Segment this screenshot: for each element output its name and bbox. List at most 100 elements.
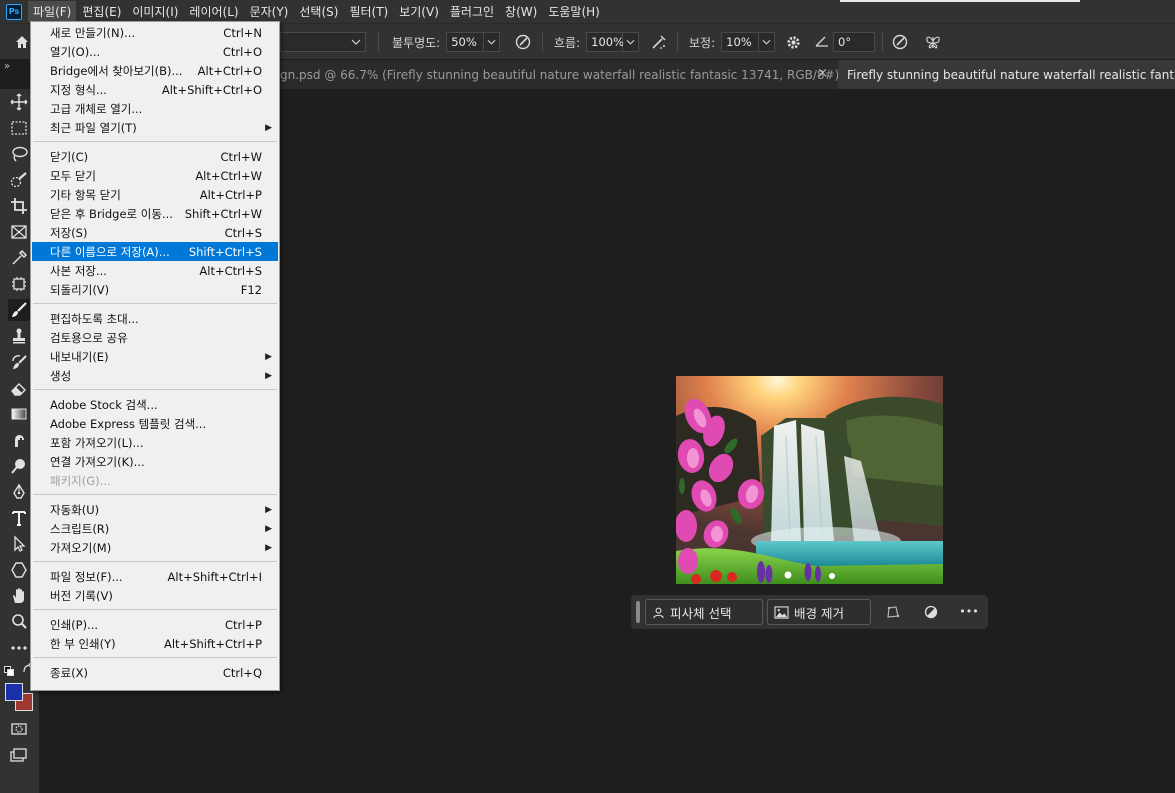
menu-0[interactable]: 파일(F)	[28, 1, 77, 22]
file-menu-item[interactable]: 최근 파일 열기(T) ▶	[32, 118, 278, 137]
quick-mask-icon[interactable]	[8, 718, 30, 740]
title-search-bar[interactable]	[840, 0, 1080, 2]
crop-tool-icon[interactable]	[8, 195, 30, 217]
file-menu-item[interactable]: 연결 가져오기(K)...	[32, 452, 278, 471]
tab-psd-document[interactable]: gn.psd @ 66.7% (Firefly stunning beautif…	[280, 60, 838, 89]
menu-1[interactable]: 편집(E)	[77, 1, 126, 22]
menu-item-label: 열기(O)...	[50, 44, 101, 59]
file-menu-item[interactable]: 검토용으로 공유	[32, 328, 278, 347]
file-menu-item[interactable]: 지정 형식... Alt+Shift+Ctrl+O	[32, 80, 278, 99]
menu-4[interactable]: 문자(Y)	[245, 1, 294, 22]
menu-8[interactable]: 플러그인	[445, 1, 499, 22]
file-menu-item[interactable]: Adobe Express 템플릿 검색...	[32, 414, 278, 433]
foreground-color-swatch[interactable]	[5, 683, 23, 701]
file-menu-item[interactable]: 파일 정보(F)... Alt+Shift+Ctrl+I	[32, 567, 278, 586]
menu-2[interactable]: 이미지(I)	[127, 1, 183, 22]
file-menu-item[interactable]: 스크립트(R) ▶	[32, 519, 278, 538]
remove-background-button[interactable]: 배경 제거	[767, 599, 871, 625]
file-menu-item[interactable]: 내보내기(E) ▶	[32, 347, 278, 366]
smudge-tool-icon[interactable]	[8, 429, 30, 451]
zoom-tool-icon[interactable]	[8, 611, 30, 633]
tab-jpg-document[interactable]: Firefly stunning beautiful nature waterf…	[838, 60, 1175, 89]
file-menu-item[interactable]: 자동화(U) ▶	[32, 500, 278, 519]
file-menu-item[interactable]: 닫은 후 Bridge로 이동... Shift+Ctrl+W	[32, 204, 278, 223]
menu-item-label: 포함 가져오기(L)...	[50, 435, 144, 450]
screen-mode-icon[interactable]	[8, 745, 30, 767]
file-menu-item[interactable]: 버전 기록(V)	[32, 586, 278, 605]
menu-separator	[33, 561, 277, 562]
menu-item-shortcut: Alt+Ctrl+P	[199, 187, 262, 202]
airbrush-icon[interactable]	[650, 32, 668, 52]
flow-input[interactable]: 100%	[586, 32, 624, 52]
path-selection-tool-icon[interactable]	[8, 533, 30, 555]
menu-6[interactable]: 필터(T)	[344, 1, 393, 22]
file-menu-item[interactable]: 가져오기(M) ▶	[32, 538, 278, 557]
transform-icon[interactable]	[885, 604, 901, 620]
move-tool-icon[interactable]	[8, 91, 30, 113]
gradient-tool-icon[interactable]	[8, 403, 30, 425]
pressure-size-icon[interactable]	[891, 32, 909, 52]
type-tool-icon[interactable]	[8, 507, 30, 529]
quick-select-tool-icon[interactable]	[8, 169, 30, 191]
file-menu-item[interactable]: 사본 저장... Alt+Ctrl+S	[32, 261, 278, 280]
file-menu-item[interactable]: 되돌리기(V) F12	[32, 280, 278, 299]
file-menu-item[interactable]: 생성 ▶	[32, 366, 278, 385]
opacity-dropdown-button[interactable]	[484, 32, 501, 52]
frame-tool-icon[interactable]	[8, 221, 30, 243]
eyedropper-tool-icon[interactable]	[8, 247, 30, 269]
drag-handle[interactable]	[636, 601, 640, 623]
menu-item-label: 사본 저장...	[50, 263, 107, 278]
file-menu-item[interactable]: 모두 닫기 Alt+Ctrl+W	[32, 166, 278, 185]
more-options-icon[interactable]: •••	[959, 603, 978, 619]
clone-stamp-tool-icon[interactable]	[8, 325, 30, 347]
menu-3[interactable]: 레이어(L)	[184, 1, 243, 22]
angle-input[interactable]: 0°	[833, 32, 875, 52]
panel-expand-icon[interactable]: »	[4, 61, 10, 72]
opacity-input[interactable]: 50%	[446, 32, 485, 52]
file-menu-item[interactable]: Bridge에서 찾아보기(B)... Alt+Ctrl+O	[32, 61, 278, 80]
symmetry-butterfly-icon[interactable]	[924, 32, 942, 52]
home-icon[interactable]	[14, 34, 30, 50]
file-menu-item[interactable]: 닫기(C) Ctrl+W	[32, 147, 278, 166]
eraser-tool-icon[interactable]	[8, 377, 30, 399]
menu-5[interactable]: 선택(S)	[294, 1, 343, 22]
file-menu-item[interactable]: 다른 이름으로 저장(A)... Shift+Ctrl+S	[32, 242, 278, 261]
menu-10[interactable]: 도움말(H)	[543, 1, 605, 22]
file-menu-item[interactable]: 종료(X) Ctrl+Q	[32, 663, 278, 682]
pressure-opacity-icon[interactable]	[514, 32, 532, 52]
menu-9[interactable]: 창(W)	[500, 1, 542, 22]
more-tools-icon[interactable]	[8, 637, 30, 659]
shape-tool-icon[interactable]	[8, 559, 30, 581]
healing-brush-tool-icon[interactable]	[8, 273, 30, 295]
select-subject-button[interactable]: 피사체 선택	[645, 599, 763, 625]
file-menu-item[interactable]: 편집하도록 초대...	[32, 309, 278, 328]
marquee-tool-icon[interactable]	[8, 117, 30, 139]
file-menu-item[interactable]: 저장(S) Ctrl+S	[32, 223, 278, 242]
brush-tool-icon[interactable]	[8, 299, 30, 321]
waterfall-image[interactable]	[676, 376, 943, 584]
smoothing-input[interactable]: 10%	[721, 32, 760, 52]
file-menu-item[interactable]: 새로 만들기(N)... Ctrl+N	[32, 23, 278, 42]
file-menu-item[interactable]: 한 부 인쇄(Y) Alt+Shift+Ctrl+P	[32, 634, 278, 653]
menu-item-shortcut: Ctrl+Q	[222, 665, 262, 680]
file-menu-item[interactable]: Adobe Stock 검색...	[32, 395, 278, 414]
lasso-tool-icon[interactable]	[8, 143, 30, 165]
dodge-tool-icon[interactable]	[8, 455, 30, 477]
file-menu-item[interactable]: 열기(O)... Ctrl+O	[32, 42, 278, 61]
history-brush-tool-icon[interactable]	[8, 351, 30, 373]
adjustment-icon[interactable]	[923, 604, 939, 620]
file-menu-item[interactable]: 고급 개체로 열기...	[32, 99, 278, 118]
menu-7[interactable]: 보기(V)	[394, 1, 444, 22]
pen-tool-icon[interactable]	[8, 481, 30, 503]
flow-dropdown-button[interactable]	[623, 32, 640, 52]
hand-tool-icon[interactable]	[8, 585, 30, 607]
file-menu-item[interactable]: 포함 가져오기(L)...	[32, 433, 278, 452]
smoothing-dropdown-button[interactable]	[759, 32, 776, 52]
file-menu-item[interactable]: 기타 항목 닫기 Alt+Ctrl+P	[32, 185, 278, 204]
gear-icon[interactable]	[785, 32, 802, 52]
brush-preset-dropdown[interactable]	[280, 32, 366, 52]
close-tab-icon[interactable]: ×	[817, 66, 828, 81]
menu-item-label: 인쇄(P)...	[50, 617, 99, 632]
default-colors-icon[interactable]	[4, 665, 14, 676]
file-menu-item[interactable]: 인쇄(P)... Ctrl+P	[32, 615, 278, 634]
